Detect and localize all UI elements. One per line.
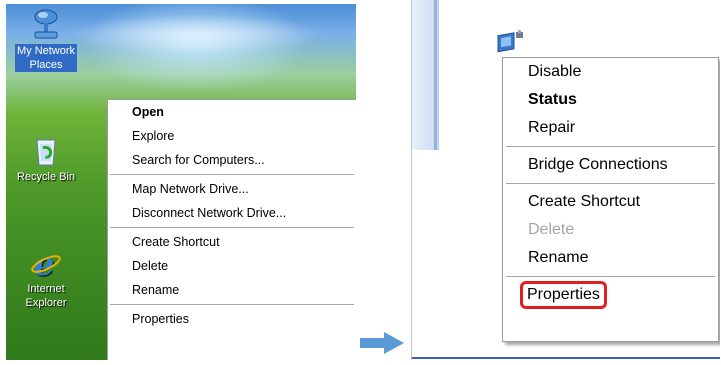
- menu-item-properties[interactable]: Properties: [108, 307, 356, 331]
- desktop-icon-label: Recycle Bin: [16, 171, 76, 183]
- menu-separator: [110, 174, 354, 175]
- wallpaper-highlight: [66, 14, 326, 54]
- menu-separator: [110, 304, 354, 305]
- network-connections-screenshot: Disable Status Repair Bridge Connections…: [411, 0, 720, 360]
- network-places-icon: [29, 8, 63, 42]
- menu-item-delete[interactable]: Delete: [108, 254, 356, 278]
- menu-separator: [110, 227, 354, 228]
- menu-item-create-shortcut[interactable]: Create Shortcut: [108, 230, 356, 254]
- menu-item-search-for-computers[interactable]: Search for Computers...: [108, 148, 356, 172]
- menu-item-explore[interactable]: Explore: [108, 124, 356, 148]
- internet-explorer-icon: e: [29, 245, 63, 283]
- desktop-screenshot: My Network Places Recycle Bin e Internet…: [6, 4, 356, 360]
- menu-separator: [506, 146, 715, 147]
- network-connection-icon[interactable]: [496, 28, 528, 56]
- menu-item-bridge-connections[interactable]: Bridge Connections: [503, 151, 718, 179]
- desktop-icon-internet-explorer[interactable]: e Internet Explorer: [6, 245, 86, 310]
- menu-item-properties[interactable]: Properties: [520, 281, 607, 309]
- desktop-icon-my-network-places[interactable]: My Network Places: [6, 8, 86, 72]
- menu-item-open[interactable]: Open: [108, 100, 356, 124]
- desktop-icon-label: My Network Places: [14, 44, 78, 72]
- side-panel: [412, 0, 439, 150]
- menu-item-disconnect-network-drive[interactable]: Disconnect Network Drive...: [108, 201, 356, 225]
- desktop-icon-label: Internet Explorer: [25, 283, 67, 309]
- menu-item-create-shortcut[interactable]: Create Shortcut: [503, 188, 718, 216]
- menu-item-repair[interactable]: Repair: [503, 114, 718, 142]
- menu-item-properties-row[interactable]: Properties: [503, 281, 718, 309]
- desktop-icon-recycle-bin[interactable]: Recycle Bin: [6, 134, 86, 184]
- menu-separator: [506, 276, 715, 277]
- network-places-context-menu: Open Explore Search for Computers... Map…: [107, 99, 356, 360]
- menu-item-map-network-drive[interactable]: Map Network Drive...: [108, 177, 356, 201]
- recycle-bin-icon: [29, 134, 63, 168]
- menu-item-rename[interactable]: Rename: [108, 278, 356, 302]
- panel-border: [412, 357, 720, 359]
- right-arrow-icon: [360, 332, 404, 354]
- connection-context-menu: Disable Status Repair Bridge Connections…: [502, 57, 719, 342]
- menu-item-disable[interactable]: Disable: [503, 58, 718, 86]
- menu-item-rename[interactable]: Rename: [503, 244, 718, 272]
- menu-separator: [506, 183, 715, 184]
- menu-item-delete: Delete: [528, 221, 575, 238]
- menu-item-status[interactable]: Status: [503, 86, 718, 114]
